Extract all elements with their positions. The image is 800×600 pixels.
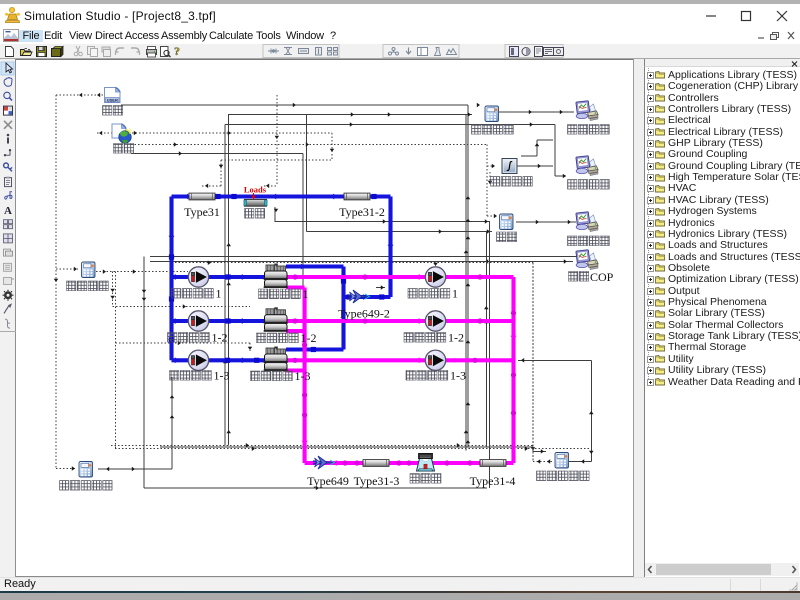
svg-text:USER: USER: [107, 98, 118, 103]
svg-text:Type31-3: Type31-3: [354, 474, 400, 488]
svg-text:1: 1: [216, 287, 222, 301]
svg-text:1: 1: [303, 287, 309, 301]
svg-text:1-2: 1-2: [301, 331, 317, 345]
svg-text:Type649: Type649: [307, 474, 349, 488]
svg-text:1-3: 1-3: [450, 369, 466, 383]
svg-text:Type31-4: Type31-4: [470, 474, 516, 488]
svg-text:COP: COP: [590, 270, 614, 284]
svg-text:A: A: [4, 205, 12, 217]
svg-text:1: 1: [452, 287, 458, 301]
svg-text:Loads: Loads: [244, 185, 267, 195]
svg-text:1-3: 1-3: [214, 369, 230, 383]
svg-text:Type649-2: Type649-2: [338, 307, 390, 321]
svg-text:Type31-2: Type31-2: [339, 205, 385, 219]
svg-text:Type31: Type31: [184, 205, 220, 219]
svg-text:?: ?: [174, 44, 180, 58]
svg-text:1-2: 1-2: [212, 331, 228, 345]
svg-text:1-3: 1-3: [295, 369, 311, 383]
svg-text:1-2: 1-2: [448, 331, 464, 345]
